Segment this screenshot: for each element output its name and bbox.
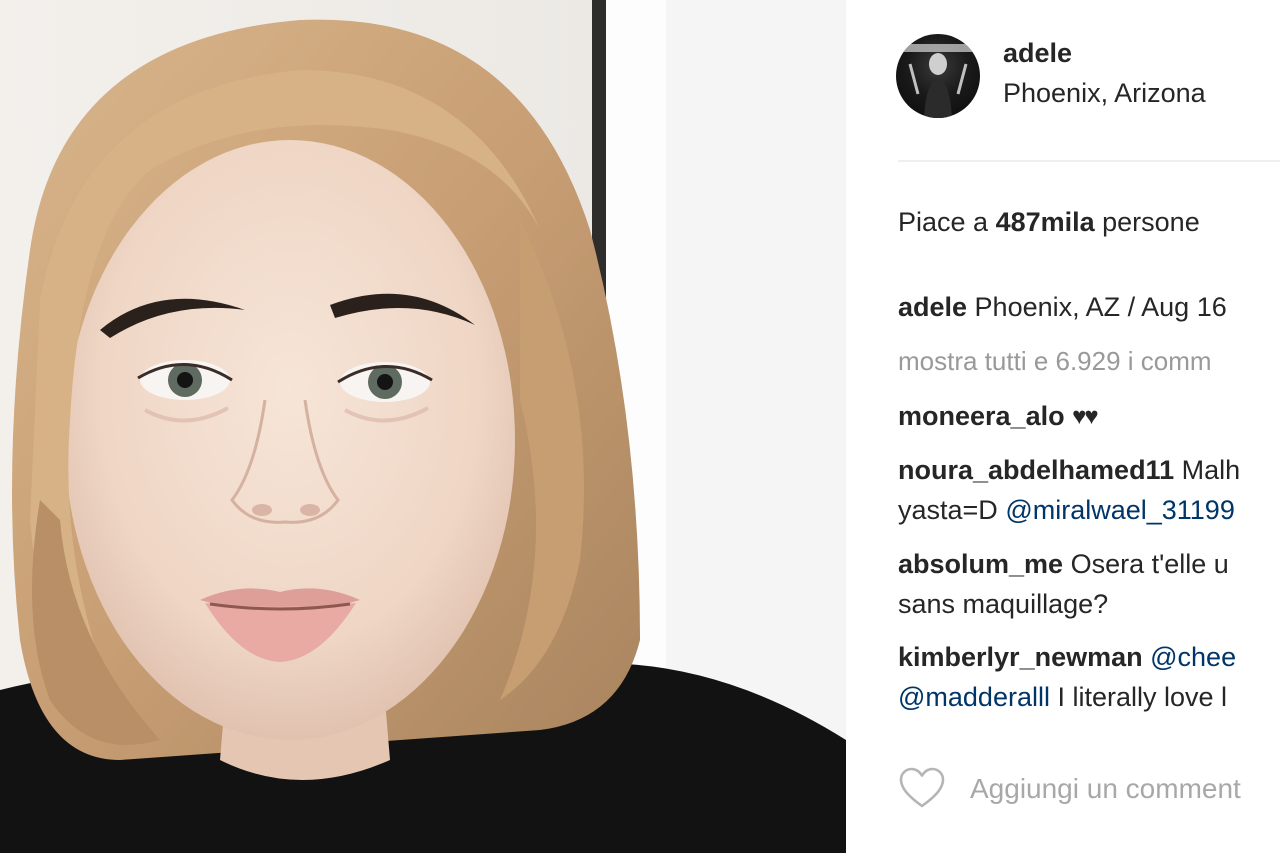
avatar-image — [902, 44, 974, 118]
comment-line: @madderalll I literally love l — [898, 677, 1236, 717]
post-details-panel: adele Phoenix, Arizona Piace a 487mila p… — [846, 0, 1280, 853]
comment-text — [1143, 642, 1151, 672]
comment-text — [1065, 401, 1073, 431]
comment-line: sans maquillage? — [898, 584, 1229, 624]
portrait-image — [0, 0, 846, 853]
comment-item: kimberlyr_newman @chee @madderalll I lit… — [898, 637, 1236, 717]
likes-prefix: Piace a — [898, 207, 996, 237]
comment-line: kimberlyr_newman @chee — [898, 637, 1236, 677]
heart-outline-icon — [899, 767, 945, 808]
likes-number: 487mila — [995, 207, 1095, 237]
header-divider — [898, 160, 1280, 162]
post-photo[interactable] — [0, 0, 846, 853]
comment-text: Malh — [1174, 455, 1241, 485]
comment-mention[interactable]: @miralwael_31199 — [1005, 495, 1235, 525]
comment-item: moneera_alo ♥♥ — [898, 396, 1099, 437]
comment-line: noura_abdelhamed11 Malh — [898, 450, 1240, 490]
comment-item: absolum_me Osera t'elle u sans maquillag… — [898, 544, 1229, 624]
likes-suffix: persone — [1094, 207, 1200, 237]
comment-line: absolum_me Osera t'elle u — [898, 544, 1229, 584]
comment-line: yasta=D @miralwael_31199 — [898, 490, 1240, 530]
comment-mention[interactable]: @chee — [1150, 642, 1236, 672]
black-heart-emoji: ♥♥ — [1072, 403, 1098, 430]
post-location[interactable]: Phoenix, Arizona — [1003, 78, 1206, 109]
actions-divider — [898, 738, 1280, 740]
comment-text-continued: yasta=D — [898, 495, 1006, 525]
show-all-comments-link[interactable]: mostra tutti e 6.929 i comm — [898, 346, 1212, 377]
comment-item: noura_abdelhamed11 Malh yasta=D @miralwa… — [898, 450, 1240, 530]
post-caption: adele Phoenix, AZ / Aug 16 — [898, 292, 1227, 323]
likes-count[interactable]: Piace a 487mila persone — [898, 207, 1200, 238]
add-comment-input[interactable] — [970, 766, 1280, 812]
comment-text-continued: sans maquillage? — [898, 589, 1109, 619]
comment-username[interactable]: absolum_me — [898, 549, 1063, 579]
post-username[interactable]: adele — [1003, 38, 1072, 69]
comment-text: Osera t'elle u — [1063, 549, 1229, 579]
like-button[interactable] — [898, 766, 946, 810]
comment-username[interactable]: kimberlyr_newman — [898, 642, 1143, 672]
user-avatar[interactable] — [896, 34, 980, 118]
comment-username[interactable]: moneera_alo — [898, 401, 1065, 431]
post-header: adele Phoenix, Arizona — [896, 34, 1276, 118]
caption-text: Phoenix, AZ / Aug 16 — [967, 292, 1227, 322]
comment-mention[interactable]: @madderalll — [898, 682, 1050, 712]
comment-text-continued: I literally love l — [1049, 682, 1228, 712]
comment-username[interactable]: noura_abdelhamed11 — [898, 455, 1174, 485]
caption-username[interactable]: adele — [898, 292, 967, 322]
